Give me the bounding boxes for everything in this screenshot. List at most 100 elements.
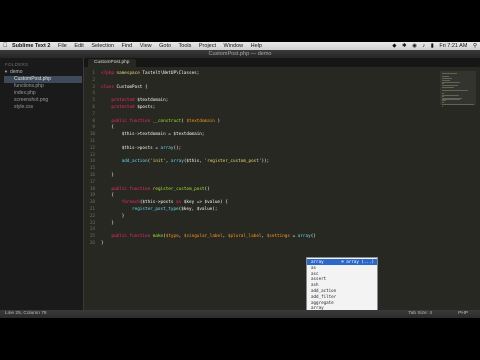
sidebar-folder[interactable]: ▼ demo [4, 69, 22, 75]
minimap[interactable] [440, 71, 476, 107]
line-number: 2 [92, 77, 95, 83]
line-number-gutter: 1 2 3 4 5 6 7 8 9 10 11 12 13 14 15 16 17 18 19 20 21 22 23 24 2… [84, 67, 98, 310]
sidebar-file-functions[interactable]: functions.php [14, 83, 82, 90]
code-editor[interactable]: 1 2 3 4 5 6 7 8 9 10 11 12 13 14 15 16 17 18 19 20 21 22 23 24 2… [84, 67, 480, 313]
code-line[interactable]: register_post_type($key, $value); [101, 207, 217, 213]
line-number: 8 [92, 118, 95, 124]
code-token: class [101, 84, 114, 90]
line-number: 11 [89, 139, 95, 144]
code-token: CustomPost { [113, 84, 148, 90]
code-token: register_post_type [132, 207, 179, 212]
code-token: function [129, 186, 151, 192]
window-title: CustomPost.php — demo [208, 51, 272, 57]
status-bar: Line 25, Column 76 Tab Size: 4 PHP [0, 310, 480, 318]
code-line[interactable]: protected $textdomain; [101, 98, 168, 104]
screen:  Sublime Text 2 File Edit Selection Fin… [0, 42, 480, 318]
code-line[interactable]: public function __construct( $textdomain… [101, 119, 220, 125]
menu-goto[interactable]: Goto [159, 43, 171, 49]
sidebar: FOLDERS ▼ demo CustomPost.php functions.p… [0, 58, 84, 310]
minimap-line [442, 87, 455, 89]
code-line[interactable]: foreach($this->posts as $key => $value) … [101, 200, 228, 206]
code-token: () [310, 234, 316, 240]
code-token: 'register_custom_post' [204, 159, 262, 165]
code-line[interactable]: public function register_custom_post() [101, 186, 209, 193]
menu-tools[interactable]: Tools [179, 43, 192, 49]
battery-icon[interactable]: ▮ [431, 43, 434, 49]
sidebar-file-style[interactable]: style.css [14, 104, 82, 111]
bluetooth-icon[interactable]: ✱ [402, 43, 407, 49]
code-token: { [101, 193, 114, 199]
line-number: 1 [92, 71, 95, 76]
minimap-line [442, 101, 444, 103]
tab-custompost[interactable]: CustomPost.php [88, 59, 136, 67]
dropbox-icon[interactable]: ◆ [392, 43, 396, 49]
window-title-bar: CustomPost.php — demo [0, 50, 480, 65]
code-token: $textdomain; [134, 98, 169, 104]
code-line[interactable]: $this->posts = array(); [101, 145, 182, 152]
disclosure-triangle-icon[interactable]: ▼ [4, 69, 8, 74]
menu-app-name[interactable]: Sublime Text 2 [12, 43, 50, 49]
code-token: $plural_label [227, 234, 262, 240]
line-number: 19 [89, 193, 95, 199]
code-line[interactable]: } [101, 214, 125, 220]
line-number: 24 [89, 227, 95, 233]
code-line[interactable]: { [101, 125, 114, 131]
code-line[interactable]: <?php namespace Tastelt\NetUP\Classes; [101, 71, 199, 77]
autocomplete-popup: array ⌘ array (...) as asc assert ash add_acti… [306, 257, 378, 313]
cursor-position: Line 25, Column 76 [5, 311, 47, 316]
apple-logo-icon[interactable]:  [3, 42, 8, 50]
clock[interactable]: Fri 7:21 AM [439, 43, 467, 49]
line-number: 21 [89, 207, 95, 212]
code-line[interactable]: } [101, 173, 114, 179]
menu-file[interactable]: File [58, 43, 67, 49]
code-token: Tastelt\NetUP\Classes; [139, 71, 200, 76]
code-line[interactable]: $this->textdomain = $textdomain; [101, 132, 205, 138]
minimap-line [442, 75, 450, 77]
wifi-icon[interactable]: ◉ [412, 43, 417, 49]
sidebar-file-index[interactable]: index.php [14, 90, 82, 97]
menu-help[interactable]: Help [251, 43, 262, 49]
code-token: <?php [101, 71, 117, 76]
search-icon[interactable]: ⚲ [473, 43, 477, 49]
volume-icon[interactable]: ♪ [422, 43, 425, 49]
code-token: function [129, 234, 151, 240]
code-line[interactable]: } [101, 221, 114, 227]
code-line[interactable]: { [101, 193, 114, 199]
menu-edit[interactable]: Edit [74, 43, 83, 49]
code-line[interactable]: public function make($type, $singular_la… [101, 234, 316, 240]
minimap-line [442, 84, 458, 86]
line-number: 5 [92, 98, 95, 104]
sidebar-file-screenshot[interactable]: screenshot.png [14, 97, 82, 104]
code-token: protected [111, 98, 135, 104]
code-token: ($key, $value); [178, 207, 218, 212]
code-line[interactable]: } [101, 241, 104, 247]
code-token: public [111, 118, 127, 124]
syntax-selector[interactable]: PHP [458, 310, 468, 318]
code-token: array [160, 145, 174, 151]
code-token: } [101, 220, 114, 226]
minimap-line [442, 104, 474, 106]
line-number: 15 [89, 166, 95, 172]
menu-window[interactable]: Window [224, 43, 244, 49]
tab-bar: CustomPost.php [84, 58, 480, 67]
code-line[interactable]: class CustomPost { [101, 85, 148, 91]
tab-size-selector[interactable]: Tab Size: 4 [408, 310, 432, 318]
menu-find[interactable]: Find [122, 43, 133, 49]
code-token: public [111, 234, 127, 240]
line-number: 17 [89, 179, 95, 185]
code-token: ($this->posts [139, 200, 177, 206]
menu-project[interactable]: Project [199, 43, 216, 49]
minimap-line [442, 89, 468, 91]
code-line[interactable]: protected $posts; [101, 105, 155, 111]
sidebar-file-custompost[interactable]: CustomPost.php [4, 76, 82, 83]
menu-view[interactable]: View [140, 43, 152, 49]
menu-selection[interactable]: Selection [91, 43, 114, 49]
app-menus: Sublime Text 2 File Edit Selection Find … [12, 42, 268, 50]
code-token: add_action [121, 159, 148, 165]
code-token: $key => $value) { [181, 200, 228, 206]
line-number: 26 [89, 241, 95, 246]
code-line[interactable]: add_action('init', array($this, 'registe… [101, 159, 270, 165]
